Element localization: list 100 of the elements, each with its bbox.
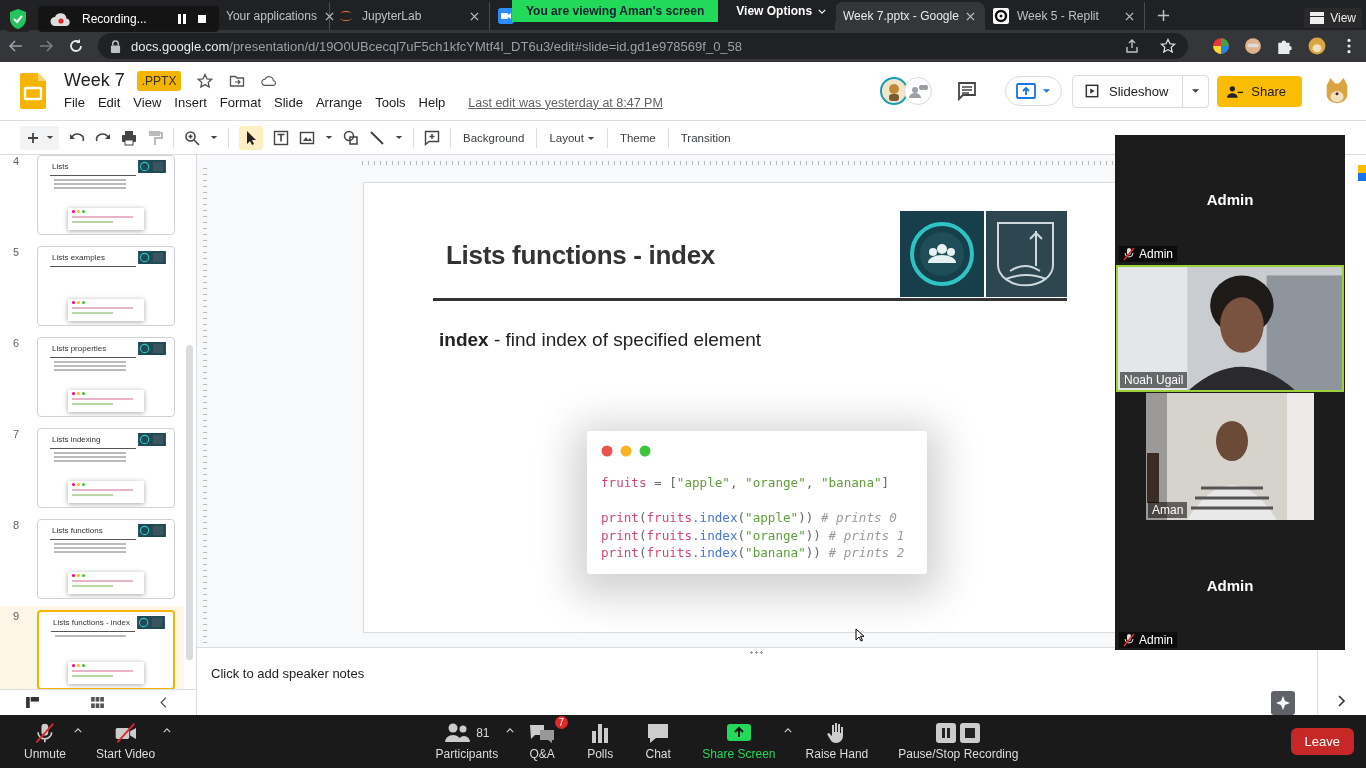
- slide-thumbnail[interactable]: Lists indexing: [37, 428, 175, 508]
- menu-item[interactable]: File: [64, 93, 91, 112]
- document-title[interactable]: Week 7: [64, 70, 125, 91]
- text-line: [54, 547, 126, 549]
- toolbar-button[interactable]: Theme: [617, 128, 658, 147]
- caret-icon[interactable]: [395, 135, 403, 140]
- close-icon[interactable]: [966, 11, 975, 21]
- share-button[interactable]: Share: [1217, 75, 1302, 107]
- participant-label: Admin: [1119, 245, 1177, 262]
- share-icon[interactable]: [1124, 38, 1140, 54]
- anonymous-avatar-icon[interactable]: [903, 76, 934, 106]
- share-screen-icon: [724, 722, 753, 744]
- caret-icon[interactable]: [210, 135, 218, 140]
- speaker-notes-field[interactable]: Click to add speaker notes: [211, 665, 365, 681]
- menu-item[interactable]: Edit: [97, 93, 127, 112]
- menu-item[interactable]: Help: [418, 93, 452, 112]
- grid-view-icon[interactable]: [91, 697, 105, 708]
- resize-handle[interactable]: [749, 650, 765, 654]
- forward-icon[interactable]: [38, 38, 54, 54]
- face-icon[interactable]: [1244, 37, 1262, 55]
- explore-icon[interactable]: [1271, 690, 1295, 715]
- menu-item[interactable]: Arrange: [315, 93, 369, 112]
- close-icon[interactable]: [1125, 11, 1134, 21]
- polls-button[interactable]: Polls: [578, 718, 623, 765]
- print-icon[interactable]: [121, 129, 137, 146]
- shapes-icon[interactable]: [343, 129, 359, 146]
- hand-button[interactable]: Raise Hand: [797, 718, 877, 765]
- caret-icon[interactable]: [74, 728, 83, 733]
- spiral-icon: [993, 8, 1009, 24]
- close-icon[interactable]: [470, 11, 479, 21]
- back-icon[interactable]: [8, 38, 24, 54]
- list-view-icon[interactable]: [26, 697, 40, 708]
- file-type-badge: .PPTX: [136, 70, 182, 91]
- recording-indicator: Recording...: [6, 6, 219, 32]
- menu-item[interactable]: Format: [219, 93, 267, 112]
- text-line: [54, 460, 126, 462]
- toolbar-button[interactable]: Transition: [678, 128, 733, 147]
- menu-item[interactable]: View: [133, 93, 168, 112]
- text-line: [54, 183, 126, 185]
- caret-icon: [46, 135, 54, 140]
- caret-icon: [1042, 88, 1052, 94]
- unmute-button[interactable]: Unmute: [16, 718, 75, 765]
- browser-tab[interactable]: Week 7.pptx - Google: [835, 2, 985, 30]
- start-video-button[interactable]: Start Video: [88, 718, 164, 765]
- slide-number: 8: [11, 519, 21, 531]
- slide-title: Lists indexing: [51, 435, 101, 444]
- star-icon[interactable]: [197, 72, 214, 89]
- new-slide-button[interactable]: [20, 125, 59, 150]
- scrollbar[interactable]: [186, 345, 193, 660]
- code-card[interactable]: fruits = ["apple", "orange", "banana"] print(fruits.index("apple")) # prints 0 print(fruits.index("orange")) # prints 1 print(fruits.index("banana")) # prints 2: [587, 431, 927, 574]
- participants-button[interactable]: 81 Participants: [427, 718, 507, 765]
- slide-title: Lists examples: [51, 253, 105, 262]
- add-comment-icon[interactable]: [424, 129, 440, 146]
- notification-badge: 7: [554, 716, 569, 729]
- slide-thumbnail[interactable]: Lists properties: [37, 337, 175, 417]
- pause-icon[interactable]: [176, 13, 187, 25]
- leave-button[interactable]: Leave: [1290, 728, 1354, 755]
- caret-icon: [818, 8, 827, 14]
- participant-tile[interactable]: Admin Admin: [1115, 135, 1345, 264]
- close-icon[interactable]: [324, 11, 334, 21]
- image-icon[interactable]: [299, 129, 315, 146]
- share-screen-button[interactable]: Share Screen: [694, 718, 784, 765]
- reload-icon[interactable]: [68, 38, 84, 54]
- calendar-icon[interactable]: [1358, 165, 1366, 181]
- comment-icon[interactable]: [957, 81, 978, 101]
- lock-icon: [110, 39, 121, 53]
- menu-item[interactable]: Insert: [174, 93, 213, 112]
- participant-label: Aman: [1148, 502, 1188, 519]
- new-tab-icon[interactable]: [1157, 9, 1170, 22]
- slide-thumbnail[interactable]: Lists: [37, 155, 175, 235]
- participant-name: Admin: [1206, 577, 1254, 595]
- last-edit-link[interactable]: Last edit was yesterday at 8:47 PM: [468, 95, 663, 110]
- caret-icon[interactable]: [506, 728, 515, 733]
- toolbar-button[interactable]: Background: [461, 128, 527, 147]
- slide-body-text[interactable]: index - find index of specified element: [439, 329, 762, 351]
- caret-icon[interactable]: [325, 135, 333, 140]
- slide-thumbnail[interactable]: Lists examples: [37, 246, 175, 326]
- text-box-icon[interactable]: [273, 129, 289, 146]
- chat-bubbles-icon: [528, 722, 557, 744]
- view-button[interactable]: View: [1304, 8, 1362, 28]
- slide-thumbnail[interactable]: Lists functions: [37, 519, 175, 599]
- chat-button[interactable]: Chat: [636, 718, 681, 765]
- mouse-cursor-icon: [855, 628, 865, 642]
- select-tool-button[interactable]: [239, 125, 263, 150]
- menu-item[interactable]: Tools: [375, 93, 412, 112]
- caret-icon[interactable]: [163, 728, 172, 733]
- slide-thumbnail[interactable]: Lists functions - index: [37, 610, 175, 689]
- text-line: [54, 365, 126, 367]
- slide-number: 6: [11, 337, 21, 349]
- toolbar-button[interactable]: Layout: [547, 128, 597, 147]
- address-field[interactable]: docs.google.com/presentation/d/19O0UBcecql7uF5ch1kfcYMtf4I_DT6u3/edit#slide=id.gd1e978569f_0_58: [98, 33, 1188, 59]
- stop-icon[interactable]: [196, 13, 207, 25]
- expand-icon[interactable]: [1338, 695, 1346, 707]
- record-button[interactable]: Pause/Stop Recording: [890, 718, 1027, 765]
- color-wheel-icon[interactable]: [1212, 37, 1230, 55]
- slide-title[interactable]: Lists functions - index: [433, 240, 715, 297]
- menu-item[interactable]: Slide: [274, 93, 309, 112]
- zoom-icon[interactable]: [184, 129, 200, 146]
- caret-icon[interactable]: [783, 728, 792, 733]
- line-icon[interactable]: [369, 129, 385, 146]
